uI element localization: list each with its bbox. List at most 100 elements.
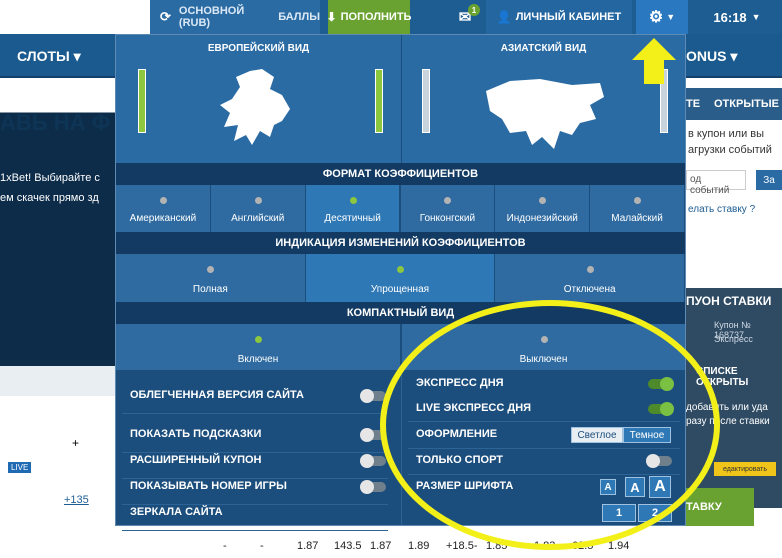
odds-format-label: Десятичный [324, 213, 381, 224]
odds-cell[interactable]: 1.87 [370, 540, 391, 552]
odds-format-option[interactable]: Индонезийский [495, 185, 591, 232]
odds-change-label: Полная [192, 284, 228, 295]
messages-badge: 1 [468, 4, 480, 16]
highlight-arrow-icon [632, 38, 676, 84]
gear-icon: ⚙ [648, 9, 664, 26]
odds-format-label: Американский [129, 213, 197, 224]
odds-cell[interactable]: 143.5 [334, 540, 362, 552]
radio-dot [349, 197, 357, 204]
banner-headline: АВЬ НА Ф [0, 110, 111, 135]
compact-on-label: Включен [237, 354, 279, 365]
plus-column: + [72, 436, 80, 450]
odds-cell[interactable]: 1.94 [608, 540, 629, 552]
radio-dot [255, 336, 262, 343]
radio-dot [396, 266, 404, 273]
points-label: БАЛЛЫ [278, 11, 320, 23]
europe-map-icon [220, 69, 290, 145]
european-view-option[interactable]: ЕВРОПЕЙСКИЙ ВИД [116, 35, 401, 163]
odds-cell[interactable]: +18.5- [446, 540, 478, 552]
odds-cell[interactable]: - [260, 540, 264, 552]
selected-bar-right [375, 69, 383, 133]
odds-format-option[interactable]: Малайский [590, 185, 685, 232]
setting-toggle[interactable] [360, 480, 386, 494]
odds-change-option[interactable]: Отключена [495, 254, 685, 302]
setting-label-left: ПОКАЗАТЬ ПОДСКАЗКИ [130, 428, 262, 440]
odds-format-option[interactable]: Американский [116, 185, 211, 232]
right-tabs[interactable]: ТЕ ОТКРЫТЫЕ [686, 88, 782, 120]
deposit-label: ПОПОЛНИТЬ [340, 11, 412, 23]
live-badge: LIVE [8, 462, 32, 473]
toggle-knob [360, 454, 374, 468]
edit-button[interactable]: едактировать [714, 462, 776, 476]
sport-icons-row [0, 366, 118, 396]
odds-cell[interactable]: 1.89 [408, 540, 429, 552]
asia-map-icon [486, 79, 604, 149]
radio-dot [634, 197, 642, 204]
right-tab-1[interactable]: ТЕ [686, 98, 708, 110]
separator [122, 413, 388, 414]
separator [122, 504, 388, 505]
banner-line1: 1xBet! Выбирайте с [0, 172, 100, 184]
messages-button[interactable]: ✉ 1 [446, 0, 484, 34]
question-icon: ? [749, 204, 756, 215]
settings-button[interactable]: ⚙ ▼ [636, 0, 688, 34]
user-icon: 👤 [496, 10, 512, 24]
make-bet-link[interactable]: елать ставку ? [688, 204, 755, 215]
refresh-icon[interactable]: ⟳ [160, 9, 171, 25]
separator [122, 452, 388, 453]
odds-change-label: Отключена [563, 284, 616, 295]
radio-dot [539, 197, 547, 204]
place-bet-button[interactable]: ТАВКУ [686, 488, 754, 526]
cabinet-button[interactable]: 👤 ЛИЧНЫЙ КАБИНЕТ [486, 0, 632, 34]
coupon-type: Экспресс [714, 334, 753, 344]
toggle-knob [360, 389, 374, 403]
events-code-input[interactable]: од событий [686, 170, 746, 196]
unselected-bar-left [422, 69, 430, 133]
european-view-label: ЕВРОПЕЙСКИЙ ВИД [207, 43, 310, 54]
odds-format-label: Английский [231, 213, 285, 224]
setting-label-left: ПОКАЗЫВАТЬ НОМЕР ИГРЫ [130, 480, 287, 492]
clock[interactable]: 16:18 ▼ [692, 0, 782, 34]
deposit-button[interactable]: ⬇ ПОПОЛНИТЬ [326, 0, 412, 34]
compact-on-option[interactable]: Включен [116, 324, 401, 370]
nav-slots[interactable]: СЛОТЫ ▾ [17, 48, 81, 65]
load-button[interactable]: За [756, 170, 782, 190]
highlight-ellipse [380, 300, 720, 550]
odds-cell[interactable]: 1.87 [297, 540, 318, 552]
download-icon: ⬇ [326, 10, 337, 24]
account-balance[interactable]: ⟳ ОСНОВНОЙ (RUB) БАЛЛЫ [150, 0, 320, 34]
cabinet-label: ЛИЧНЫЙ КАБИНЕТ [515, 11, 622, 23]
nav-bonus[interactable]: ONUS ▾ [686, 48, 737, 65]
radio-dot [444, 197, 452, 204]
odds-change-label: Упрощенная [370, 284, 430, 295]
time-label: 16:18 [713, 9, 747, 25]
odds-format-header: ФОРМАТ КОЭФФИЦИЕНТОВ [116, 163, 685, 185]
toggle-knob [360, 480, 374, 494]
setting-label-left: РАСШИРЕННЫЙ КУПОН [130, 454, 262, 466]
top-bar: ⟳ ОСНОВНОЙ (RUB) БАЛЛЫ ⬇ ПОПОЛНИТЬ ✉ 1 👤… [0, 0, 782, 34]
coupon-text1: в купон или вы [688, 128, 765, 140]
radio-dot [254, 197, 262, 204]
chevron-down-icon: ▼ [751, 12, 761, 22]
top-bar-left [0, 0, 150, 34]
setting-toggle[interactable] [360, 454, 386, 468]
radio-dot [159, 197, 167, 204]
odds-format-label: Малайский [611, 213, 663, 224]
odds-format-option[interactable]: Английский [210, 185, 306, 232]
odds-format-label: Индонезийский [506, 213, 578, 224]
odds-format-option[interactable]: Гонконгский [400, 185, 496, 232]
odds-cell[interactable]: - [223, 540, 227, 552]
odds-format-label: Гонконгский [419, 213, 476, 224]
odds-change-option[interactable]: Упрощенная [305, 254, 496, 302]
toggle-knob [360, 428, 374, 442]
banner-line2: ем скачек прямо зд [0, 192, 99, 204]
odds-format-option[interactable]: Десятичный [305, 185, 401, 232]
right-tab-2[interactable]: ОТКРЫТЫЕ [714, 98, 779, 110]
more-bets-link[interactable]: +135 [64, 494, 89, 506]
setting-label-left: ОБЛЕГЧЕННАЯ ВЕРСИЯ САЙТА [130, 389, 304, 401]
coupon-title: ПУОН СТАВКИ [686, 294, 772, 308]
coupon-text2: агрузки событий [688, 144, 772, 156]
separator [122, 478, 388, 479]
chevron-down-icon: ▼ [666, 12, 676, 22]
odds-change-option[interactable]: Полная [116, 254, 306, 302]
